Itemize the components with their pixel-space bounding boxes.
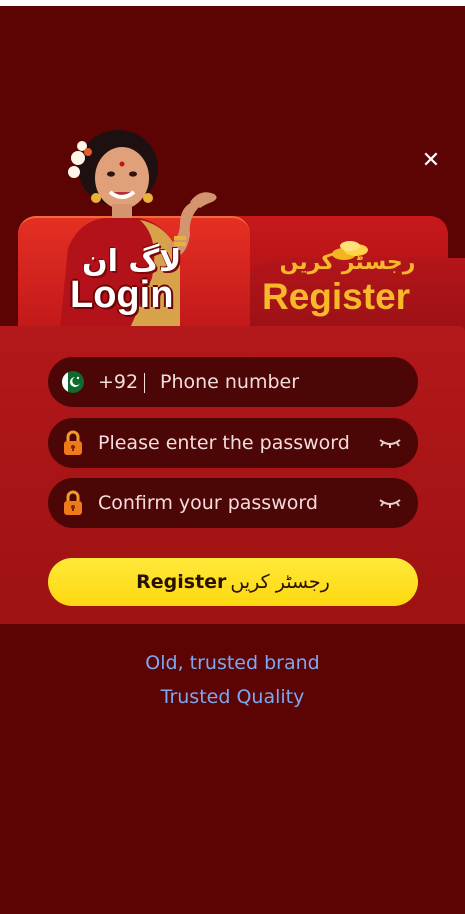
register-button-urdu-label: رجسٹر کریں [230,571,330,593]
eye-closed-icon[interactable] [378,494,402,512]
register-dialog-page: ✕ لاگ ان Login رجسٹر کریں Register +92 P… [0,0,465,914]
lock-icon [64,430,82,455]
footer-tagline-quality: Trusted Quality [160,686,305,708]
close-icon[interactable]: ✕ [418,148,444,174]
country-code-divider [144,373,145,393]
login-tab-label[interactable]: Login [70,274,240,324]
pakistan-flag-icon [62,371,84,393]
status-strip [0,0,465,6]
confirm-password-field[interactable]: Confirm your password [48,478,418,528]
country-code[interactable]: +92 [98,357,138,407]
register-tab-label[interactable]: Register [262,276,442,324]
password-input[interactable]: Please enter the password [98,418,350,468]
register-submit-button[interactable]: Register رجسٹر کریں [48,558,418,606]
password-field[interactable]: Please enter the password [48,418,418,468]
phone-number-field[interactable]: +92 Phone number [48,357,418,407]
register-button-label: Register [136,571,227,593]
lock-icon [64,490,82,515]
phone-number-input[interactable]: Phone number [160,357,299,407]
footer-tagline-brand: Old, trusted brand [145,652,320,674]
confirm-password-input[interactable]: Confirm your password [98,478,318,528]
eye-closed-icon[interactable] [378,434,402,452]
